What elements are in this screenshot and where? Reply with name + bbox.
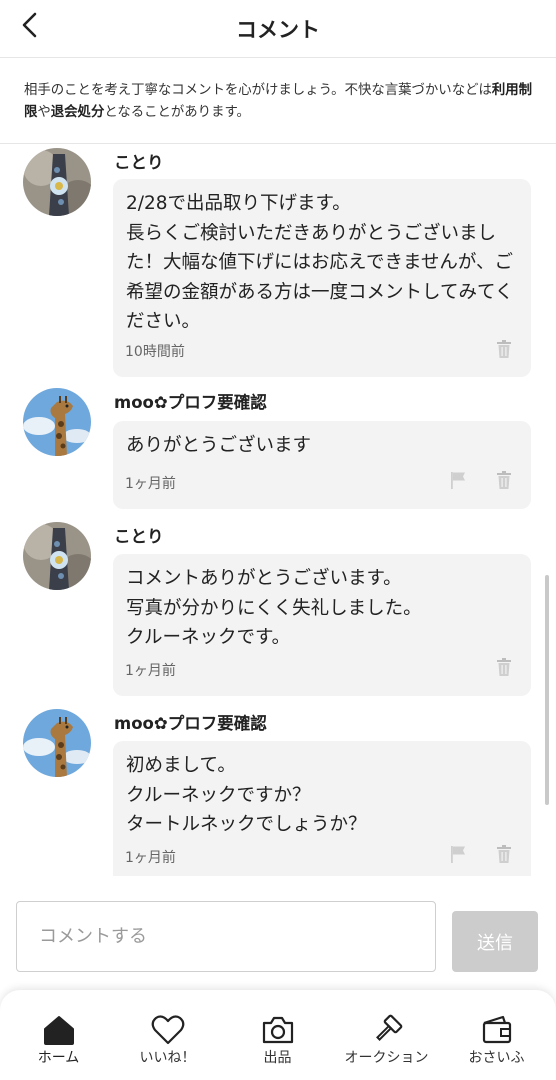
trash-icon [496, 845, 512, 867]
notice-text-3: となることがあります。 [104, 105, 250, 120]
comment-input[interactable] [16, 901, 436, 972]
comment-item: moo✿プロフ要確認 初めまして。 クルーネックですか？ タートルネックでしょう… [0, 706, 556, 876]
comment-username[interactable]: moo✿プロフ要確認 [114, 389, 267, 413]
giraffe-avatar-image [23, 388, 91, 456]
comment-text: ありがとうございます [126, 435, 312, 456]
page-title: コメント [236, 18, 320, 42]
notice-text-2: や [37, 105, 51, 120]
flag-icon [450, 471, 466, 493]
nav-item-auction[interactable]: オークション [331, 990, 442, 1080]
camera-icon [260, 1014, 296, 1046]
trash-icon [496, 340, 512, 362]
comment-bubble: 2/28で出品取り下げます。 長らくご検討いただきありがとうございました！大幅な… [113, 179, 531, 377]
kotori-avatar-image [23, 522, 91, 590]
comment-timestamp: 1ヶ月前 [125, 663, 176, 679]
header: コメント [0, 0, 556, 58]
nav-item-home[interactable]: ホーム [3, 990, 114, 1080]
nav-item-wallet[interactable]: おさいふ [441, 990, 552, 1080]
comment-item: ことり 2/28で出品取り下げます。 長らくご検討いただきありがとうございました… [0, 145, 556, 380]
delete-button[interactable] [494, 471, 514, 493]
comment-username[interactable]: ことり [114, 149, 164, 173]
nav-label-wallet: おさいふ [468, 1050, 525, 1066]
comment-text: 2/28で出品取り下げます。 長らくご検討いただきありがとうございました！大幅な… [126, 193, 514, 332]
nav-label-sell: 出品 [263, 1050, 292, 1066]
flag-icon [450, 845, 466, 867]
kotori-avatar-image [23, 148, 91, 216]
comment-item: moo✿プロフ要確認 ありがとうございます 1ヶ月前 [0, 385, 556, 515]
nav-item-sell[interactable]: 出品 [222, 990, 333, 1080]
comment-input-area: 送信 [0, 876, 556, 990]
heart-icon [150, 1014, 186, 1046]
comment-text: 初めまして。 クルーネックですか？ タートルネックでしょうか？ [126, 755, 367, 835]
comment-username[interactable]: moo✿プロフ要確認 [114, 710, 267, 734]
trash-icon [496, 471, 512, 493]
comment-text: コメントありがとうございます。 写真が分かりにくく失礼しました。 クルーネックで… [126, 568, 422, 648]
nav-item-likes[interactable]: いいね！ [112, 990, 223, 1080]
delete-button[interactable] [494, 845, 514, 867]
comment-list[interactable]: ことり 2/28で出品取り下げます。 長らくご検討いただきありがとうございました… [0, 145, 556, 876]
home-icon [41, 1014, 77, 1046]
comment-bubble: ありがとうございます 1ヶ月前 [113, 421, 531, 509]
comment-guidelines-notice: 相手のことを考え丁寧なコメントを心がけましょう。不快な言葉づかいなどは利用制限や… [0, 59, 556, 144]
delete-button[interactable] [494, 340, 514, 362]
gavel-icon [369, 1014, 405, 1046]
comment-bubble: 初めまして。 クルーネックですか？ タートルネックでしょうか？ 1ヶ月前 [113, 741, 531, 876]
comment-timestamp: 1ヶ月前 [125, 850, 176, 866]
nav-label-home: ホーム [37, 1050, 80, 1066]
wallet-icon [479, 1014, 515, 1046]
nav-label-likes: いいね！ [139, 1050, 196, 1066]
trash-icon [496, 658, 512, 680]
report-button[interactable] [448, 472, 468, 492]
send-button[interactable]: 送信 [452, 911, 538, 972]
notice-text-1: 相手のことを考え丁寧なコメントを心がけましょう。不快な言葉づかいなどは [24, 83, 492, 98]
comment-username[interactable]: ことり [114, 523, 164, 547]
comment-timestamp: 10時間前 [125, 344, 185, 360]
giraffe-avatar-image [23, 709, 91, 777]
scrollbar[interactable] [545, 575, 549, 805]
bottom-nav: ホーム いいね！ 出品 オークション おさいふ [0, 990, 556, 1080]
comment-timestamp: 1ヶ月前 [125, 476, 176, 492]
comment-bubble: コメントありがとうございます。 写真が分かりにくく失礼しました。 クルーネックで… [113, 554, 531, 696]
avatar[interactable] [23, 709, 91, 777]
avatar[interactable] [23, 388, 91, 456]
avatar[interactable] [23, 148, 91, 216]
notice-bold-account-termination: 退会処分 [50, 105, 105, 120]
avatar[interactable] [23, 522, 91, 590]
report-button[interactable] [448, 846, 468, 866]
delete-button[interactable] [494, 658, 514, 680]
nav-label-auction: オークション [344, 1050, 429, 1066]
comment-item: ことり コメントありがとうございます。 写真が分かりにくく失礼しました。 クルー… [0, 519, 556, 701]
